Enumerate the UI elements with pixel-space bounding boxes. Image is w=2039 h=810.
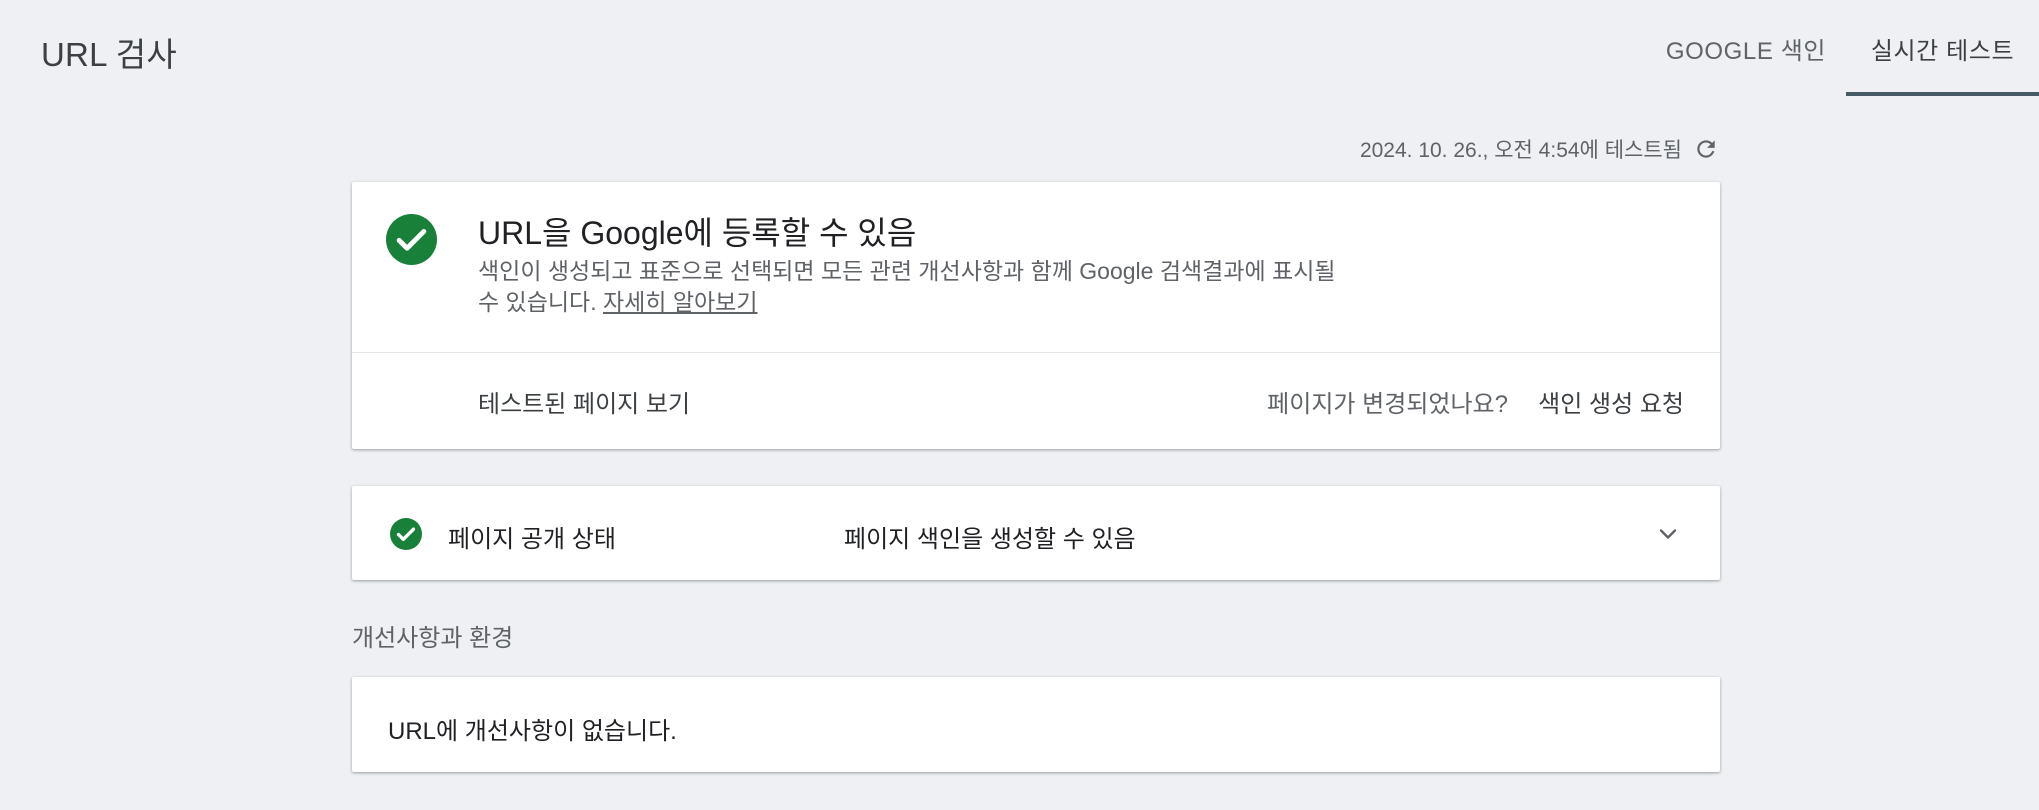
availability-check-icon — [390, 518, 422, 550]
tab-bar: GOOGLE 색인 실시간 테스트 — [1646, 0, 2039, 96]
status-title: URL을 Google에 등록할 수 있음 — [478, 215, 917, 251]
page-availability-row[interactable]: 페이지 공개 상태 페이지 색인을 생성할 수 있음 — [352, 486, 1720, 580]
request-indexing-button[interactable]: 색인 생성 요청 — [1538, 384, 1684, 419]
no-enhancements-message: URL에 개선사항이 없습니다. — [388, 718, 677, 745]
refresh-icon[interactable] — [1692, 135, 1720, 163]
test-timestamp-row: 2024. 10. 26., 오전 4:54에 테스트됨 — [1300, 132, 1720, 166]
availability-value: 페이지 색인을 생성할 수 있음 — [844, 526, 1136, 553]
page-changed-question: 페이지가 변경되었나요? — [1267, 391, 1508, 418]
view-tested-page-button[interactable]: 테스트된 페이지 보기 — [478, 384, 690, 419]
tab-live-test[interactable]: 실시간 테스트 — [1846, 0, 2039, 96]
status-description: 색인이 생성되고 표준으로 선택되면 모든 관련 개선사항과 함께 Google… — [478, 256, 1358, 318]
chevron-down-icon[interactable] — [1656, 522, 1680, 546]
enhancements-card: URL에 개선사항이 없습니다. — [352, 677, 1720, 772]
enhancements-heading: 개선사항과 환경 — [352, 625, 514, 652]
url-status-card: URL을 Google에 등록할 수 있음 색인이 생성되고 표준으로 선택되면… — [352, 182, 1720, 449]
test-timestamp: 2024. 10. 26., 오전 4:54에 테스트됨 — [1359, 139, 1682, 162]
tab-google-index[interactable]: GOOGLE 색인 — [1646, 0, 1846, 96]
availability-label: 페이지 공개 상태 — [448, 526, 616, 553]
app-header: URL 검사 GOOGLE 색인 실시간 테스트 — [0, 0, 2039, 96]
status-summary: URL을 Google에 등록할 수 있음 색인이 생성되고 표준으로 선택되면… — [352, 182, 1720, 353]
success-check-icon — [386, 214, 437, 265]
page-title: URL 검사 — [41, 36, 177, 73]
learn-more-link[interactable]: 자세히 알아보기 — [603, 289, 758, 315]
